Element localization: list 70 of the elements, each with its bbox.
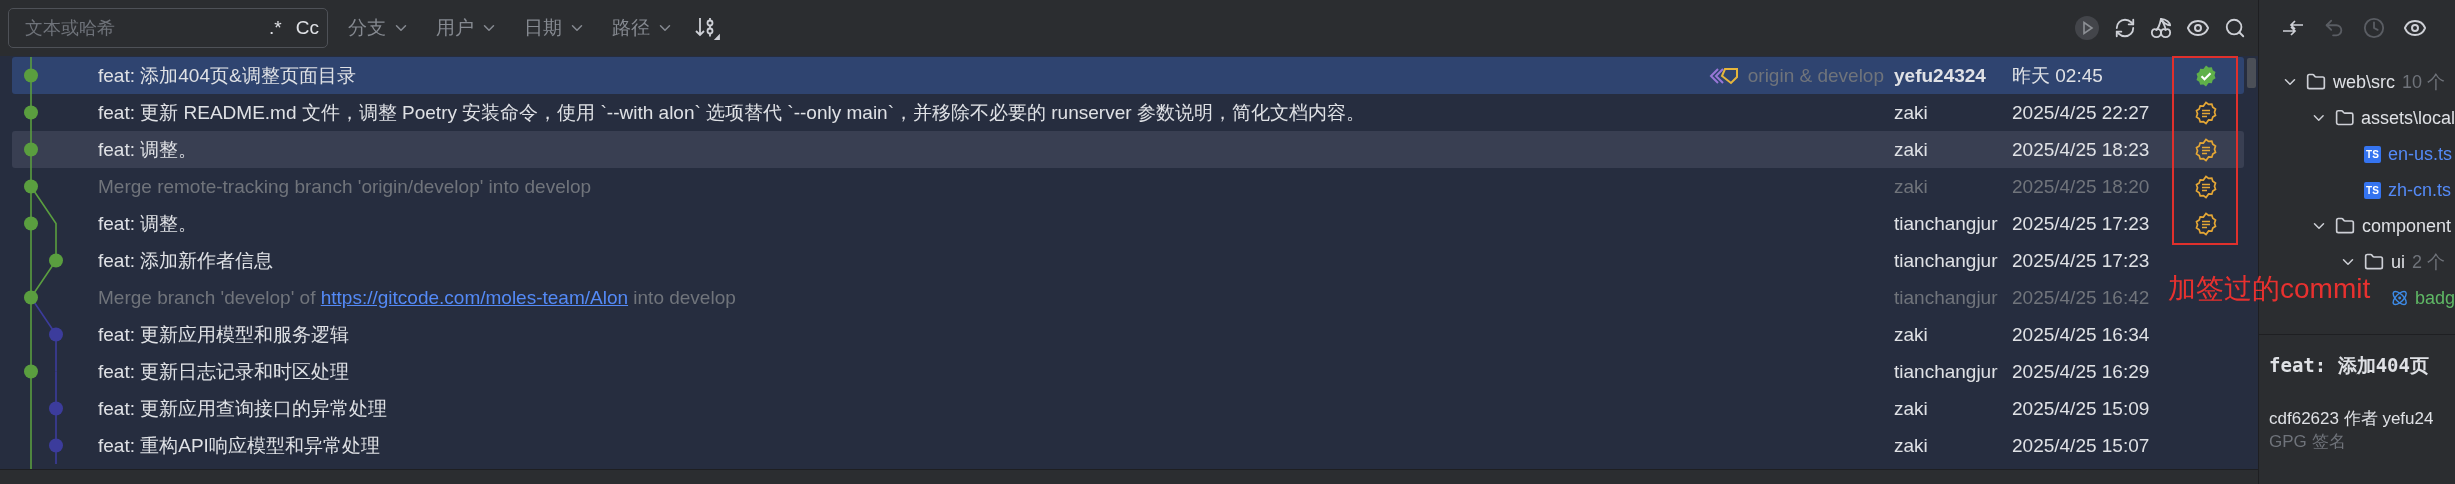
filter-dropdown[interactable]: 分支	[342, 15, 416, 41]
commit-date: 2025/4/25 16:34	[2012, 323, 2151, 346]
file-count: 2 个	[2412, 251, 2446, 274]
tree-item[interactable]: ui	[2391, 251, 2405, 273]
commit-date: 2025/4/25 18:20	[2012, 175, 2151, 198]
tree-item[interactable]: en-us.ts	[2388, 143, 2453, 165]
play-icon[interactable]	[2074, 15, 2100, 41]
commit-meta: cdf62623 作者 yefu24	[2269, 408, 2435, 430]
commit-message: feat: 更新日志记录和时区处理	[98, 359, 351, 384]
typescript-file-icon: TS	[2364, 181, 2381, 199]
typescript-file-icon: TS	[2364, 145, 2381, 163]
refresh-icon[interactable]	[2114, 17, 2136, 39]
commit-message: feat: 调整。	[98, 137, 199, 162]
commit-author: zaki	[1894, 101, 1929, 124]
cherry-icon[interactable]	[2150, 17, 2172, 39]
signature-label: GPG 签名	[2269, 431, 2347, 453]
commit-message: feat: 添加404页&调整页面目录	[98, 63, 357, 88]
commit-author: zaki	[1894, 434, 1929, 457]
commit-author: zaki	[1894, 175, 1929, 198]
repository-link[interactable]: https://gitcode.com/moles-team/Alon	[320, 286, 629, 308]
folder-icon	[2364, 252, 2384, 272]
folder-icon	[2334, 108, 2354, 128]
tree-item[interactable]: zh-cn.ts	[2388, 179, 2452, 201]
commit-date: 2025/4/25 18:23	[2012, 138, 2151, 161]
search-option-toggle[interactable]: .*	[265, 17, 286, 39]
commit-author: zaki	[1894, 397, 1929, 420]
tree-item[interactable]: badg	[2414, 287, 2455, 309]
commit-author: zaki	[1894, 138, 1929, 161]
commit-author: tianchangjur	[1894, 212, 1999, 235]
file-count: 10 个	[2402, 71, 2446, 94]
scrollbar-thumb[interactable]	[2247, 58, 2256, 88]
commit-message: feat: 更新应用模型和服务逻辑	[98, 322, 351, 347]
tree-item[interactable]: component	[2362, 215, 2452, 237]
folder-icon	[2335, 216, 2355, 236]
branch-label: origin & develop	[1747, 64, 1884, 87]
commit-date: 2025/4/25 17:23	[2012, 249, 2151, 272]
tree-item[interactable]: web\src	[2333, 71, 2395, 93]
commit-date: 昨天 02:45	[2012, 63, 2104, 88]
commit-author: tianchangjur	[1894, 286, 1999, 309]
filter-dropdown[interactable]: 用户	[430, 15, 504, 41]
search-field[interactable]: 文本或哈希 .* Cc	[8, 8, 328, 48]
commit-date: 2025/4/25 16:42	[2012, 286, 2151, 309]
annotation-text: 加签过的commit	[2168, 272, 2371, 306]
filter-dropdown[interactable]: 日期	[518, 15, 592, 41]
commit-row[interactable]: feat: 调整。 zaki 2025/4/25 18:23	[12, 131, 2244, 168]
commit-message: feat: 重构API响应模型和异常处理	[98, 433, 381, 458]
commit-message: feat: 添加新作者信息	[98, 248, 275, 273]
commit-message: Merge branch 'develop' of https://gitcode.com/moles-team/Alon into develop	[98, 286, 737, 309]
search-option-toggle[interactable]: Cc	[291, 17, 323, 39]
commit-date: 2025/4/25 15:09	[2012, 397, 2151, 420]
commit-row[interactable]: feat: 添加404页&调整页面目录 origin & develop yefu24324 昨天 02:45	[12, 57, 2244, 94]
commit-date: 2025/4/25 22:27	[2012, 101, 2151, 124]
commit-author: tianchangjur	[1894, 249, 1999, 272]
sort-icon[interactable]	[694, 15, 720, 41]
tree-item[interactable]: assets\local	[2360, 107, 2455, 129]
commit-message: feat: 更新 README.md 文件，调整 Poetry 安装命令，使用 `--with alon` 选项替代 `--only main`，并移除不必要的 runserver 参数说明，简化文档内容。	[98, 100, 1366, 125]
commit-author: yefu24324	[1894, 64, 1987, 87]
commit-date: 2025/4/25 16:29	[2012, 360, 2151, 383]
atom-icon	[2390, 288, 2408, 308]
search-icon[interactable]	[2224, 17, 2246, 39]
commit-date: 2025/4/25 15:07	[2012, 434, 2151, 457]
commit-message: feat: 调整。	[98, 211, 199, 236]
commit-message: Merge remote-tracking branch 'origin/develop' into develop	[98, 175, 593, 198]
filter-dropdown[interactable]: 路径	[606, 15, 680, 41]
commit-date: 2025/4/25 17:23	[2012, 212, 2151, 235]
commit-author: zaki	[1894, 323, 1929, 346]
folder-icon	[2306, 72, 2326, 92]
commit-message: feat: 更新应用查询接口的异常处理	[98, 396, 389, 421]
commit-author: tianchangjur	[1894, 360, 1999, 383]
commit-title: feat: 添加404页	[2269, 353, 2430, 378]
